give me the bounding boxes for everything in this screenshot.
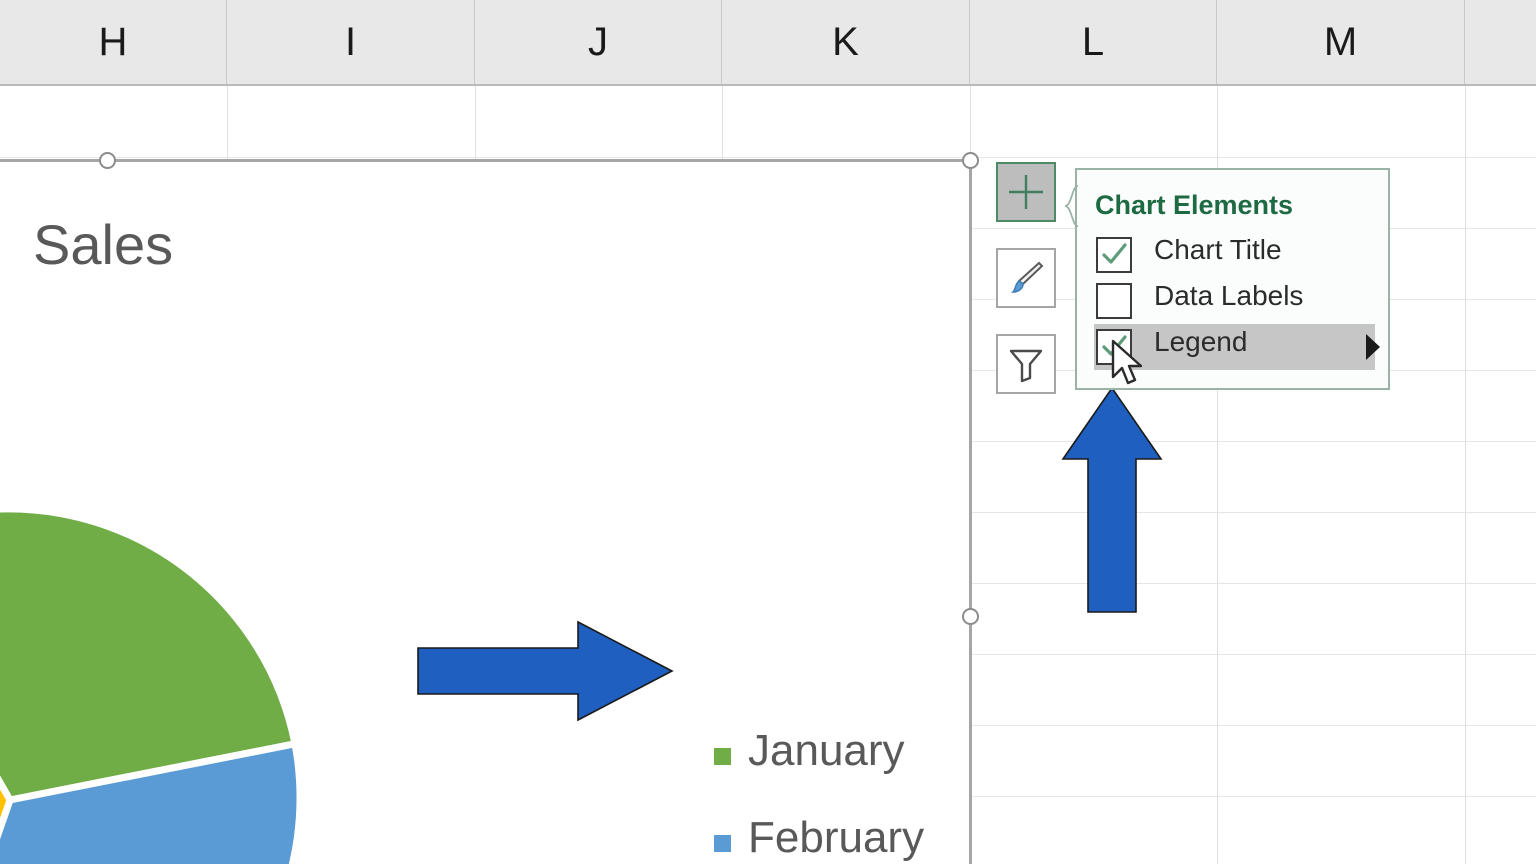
annotation-arrow-right: [414, 618, 676, 724]
chart-styles-button[interactable]: [996, 248, 1056, 308]
chevron-right-icon[interactable]: [1362, 332, 1384, 362]
legend-label-january: January: [748, 726, 905, 776]
chart-selection-border-top: [0, 159, 972, 162]
column-header-k[interactable]: K: [722, 0, 970, 84]
column-header-l[interactable]: L: [970, 0, 1217, 84]
pie-svg: [0, 500, 340, 864]
funnel-icon: [1006, 344, 1046, 384]
chart-elements-label-legend: Legend: [1154, 326, 1247, 358]
gridline-horizontal: [0, 157, 1536, 158]
chart-resize-handle-right[interactable]: [962, 608, 979, 625]
plus-icon: [1006, 172, 1046, 212]
column-header-j[interactable]: J: [475, 0, 722, 84]
chart-title-checkbox[interactable]: [1096, 237, 1132, 273]
data-labels-checkbox[interactable]: [1096, 283, 1132, 319]
gridline-vertical: [1465, 86, 1466, 864]
paintbrush-icon: [1005, 257, 1047, 299]
mouse-cursor: [1110, 339, 1150, 391]
legend-swatch-february: [714, 835, 731, 852]
excel-worksheet-screen: HIJKLM January: [0, 0, 1536, 864]
chart-side-buttons: [996, 162, 1056, 420]
chart-resize-handle-top[interactable]: [99, 152, 116, 169]
chart-title[interactable]: Sales: [33, 212, 173, 277]
chart-filters-button[interactable]: [996, 334, 1056, 394]
legend-label-february: February: [748, 813, 924, 863]
legend-swatch-january: [714, 748, 731, 765]
chart-elements-label-data-labels: Data Labels: [1154, 280, 1303, 312]
column-header-m[interactable]: M: [1217, 0, 1465, 84]
checkmark-icon: [1100, 241, 1128, 269]
chart-selection-border-right: [969, 160, 972, 864]
column-header-band: HIJKLM: [0, 0, 1536, 86]
chart-elements-label-chart-title: Chart Title: [1154, 234, 1282, 266]
column-header-i[interactable]: I: [227, 0, 475, 84]
annotation-arrow-up: [1060, 385, 1164, 615]
chart-elements-title: Chart Elements: [1095, 190, 1293, 221]
pie-chart-plot[interactable]: [0, 500, 340, 864]
chart-elements-item-data-labels[interactable]: Data Labels: [1094, 278, 1375, 324]
panel-callout-notch: [1064, 184, 1078, 228]
chart-elements-item-chart-title[interactable]: Chart Title: [1094, 232, 1375, 278]
column-header-h[interactable]: H: [0, 0, 227, 84]
chart-resize-handle-top-right[interactable]: [962, 152, 979, 169]
chart-elements-button[interactable]: [996, 162, 1056, 222]
